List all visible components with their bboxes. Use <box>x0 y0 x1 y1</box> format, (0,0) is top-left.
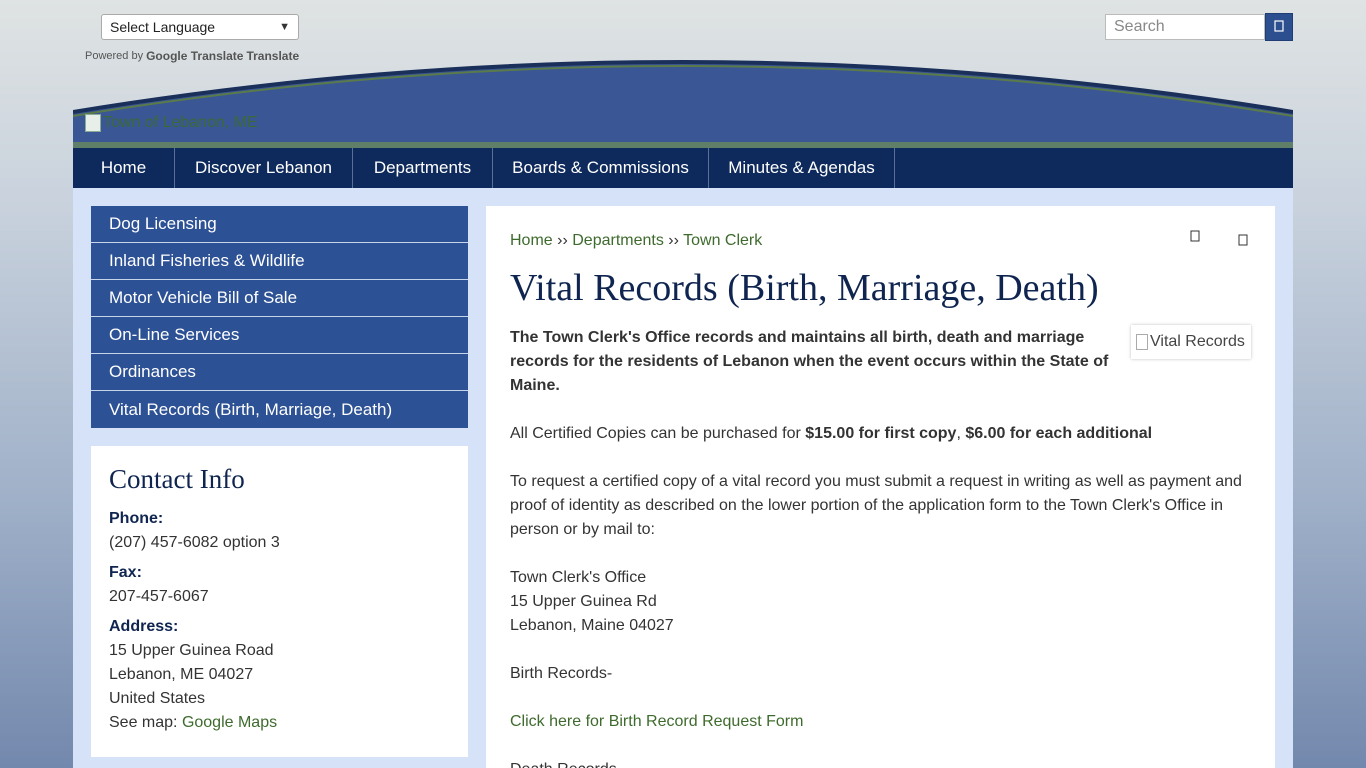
print-icon[interactable] <box>1190 230 1204 244</box>
nav-item-minutes-agendas[interactable]: Minutes & Agendas <box>709 148 895 188</box>
sidebar-menu: Dog Licensing Inland Fisheries & Wildlif… <box>91 206 468 428</box>
copies-separator: , <box>956 425 961 442</box>
search-icon <box>1274 19 1284 35</box>
broken-image-icon <box>85 114 101 132</box>
search-button[interactable] <box>1265 13 1293 41</box>
mailing-address-line3: Lebanon, Maine 04027 <box>510 617 674 634</box>
fax-label: Fax: <box>109 564 142 581</box>
birth-records-heading: Birth Records- <box>510 665 613 682</box>
fax-value: 207-457-6067 <box>109 588 209 605</box>
sidebar-item-online-services[interactable]: On-Line Services <box>91 317 468 354</box>
search-placeholder: Search <box>1114 18 1165 35</box>
google-maps-link[interactable]: Google Maps <box>182 714 277 731</box>
language-select-value: Select Language <box>110 19 216 35</box>
main-nav: Home Discover Lebanon Departments Boards… <box>73 148 1293 188</box>
sidebar-item-dog-licensing[interactable]: Dog Licensing <box>91 206 468 243</box>
address-line2: Lebanon, ME 04027 <box>109 666 254 683</box>
see-map: See map: Google Maps <box>109 711 450 735</box>
address-label: Address: <box>109 618 179 635</box>
breadcrumb-town-clerk[interactable]: Town Clerk <box>683 232 762 249</box>
logo-alt-text: Town of Lebanon, ME <box>103 114 258 131</box>
death-records-heading: Death Records- <box>510 758 1255 768</box>
nav-item-home[interactable]: Home <box>73 148 175 188</box>
breadcrumb: Home ›› Departments ›› Town Clerk <box>510 232 762 250</box>
copies-paragraph: All Certified Copies can be purchased fo… <box>510 422 1255 446</box>
nav-item-departments[interactable]: Departments <box>353 148 493 188</box>
breadcrumb-separator: ›› <box>557 232 568 249</box>
sidebar-item-inland-fisheries[interactable]: Inland Fisheries & Wildlife <box>91 243 468 280</box>
sidebar-item-ordinances[interactable]: Ordinances <box>91 354 468 391</box>
contact-info-card: Contact Info Phone: (207) 457-6082 optio… <box>91 446 468 757</box>
site-logo[interactable]: Town of Lebanon, ME <box>85 114 258 132</box>
birth-record-form-link[interactable]: Click here for Birth Record Request Form <box>510 713 803 730</box>
copies-prefix: All Certified Copies can be purchased fo… <box>510 425 801 442</box>
site-header <box>73 42 1293 148</box>
article-body: The Town Clerk's Office records and main… <box>510 326 1255 768</box>
sidebar-item-vital-records[interactable]: Vital Records (Birth, Marriage, Death) <box>91 391 468 428</box>
copies-additional-price: $6.00 for each additional <box>965 425 1153 442</box>
address-line3: United States <box>109 690 206 707</box>
page-title: Vital Records (Birth, Marriage, Death) <box>510 267 1099 309</box>
breadcrumb-home[interactable]: Home <box>510 232 553 249</box>
mailing-address: Town Clerk's Office 15 Upper Guinea Rd L… <box>510 566 1255 638</box>
address-line1: 15 Upper Guinea Road <box>109 642 274 659</box>
intro-paragraph: The Town Clerk's Office records and main… <box>510 329 1109 394</box>
nav-item-discover-lebanon[interactable]: Discover Lebanon <box>175 148 353 188</box>
share-icon[interactable] <box>1238 234 1252 248</box>
header-arch <box>73 60 1293 148</box>
copies-first-price: $15.00 for first copy <box>805 425 957 442</box>
main-content: Home ›› Departments ›› Town Clerk Vital … <box>486 206 1275 768</box>
chevron-down-icon: ▼ <box>279 21 290 33</box>
nav-item-boards-commissions[interactable]: Boards & Commissions <box>493 148 709 188</box>
search-input[interactable]: Search <box>1105 14 1265 40</box>
see-map-label: See map: <box>109 714 178 731</box>
language-select[interactable]: Select Language ▼ <box>101 14 299 40</box>
breadcrumb-departments[interactable]: Departments <box>572 232 664 249</box>
mailing-address-line1: Town Clerk's Office <box>510 569 647 586</box>
mailing-address-line2: 15 Upper Guinea Rd <box>510 593 657 610</box>
phone-value: (207) 457-6082 option 3 <box>109 534 280 551</box>
contact-info-title: Contact Info <box>109 464 245 494</box>
sidebar-item-motor-vehicle[interactable]: Motor Vehicle Bill of Sale <box>91 280 468 317</box>
birth-record-link-paragraph: Click here for Birth Record Request Form <box>510 710 1255 734</box>
phone-label: Phone: <box>109 510 164 527</box>
request-paragraph: To request a certified copy of a vital r… <box>510 473 1242 538</box>
breadcrumb-separator: ›› <box>668 232 679 249</box>
